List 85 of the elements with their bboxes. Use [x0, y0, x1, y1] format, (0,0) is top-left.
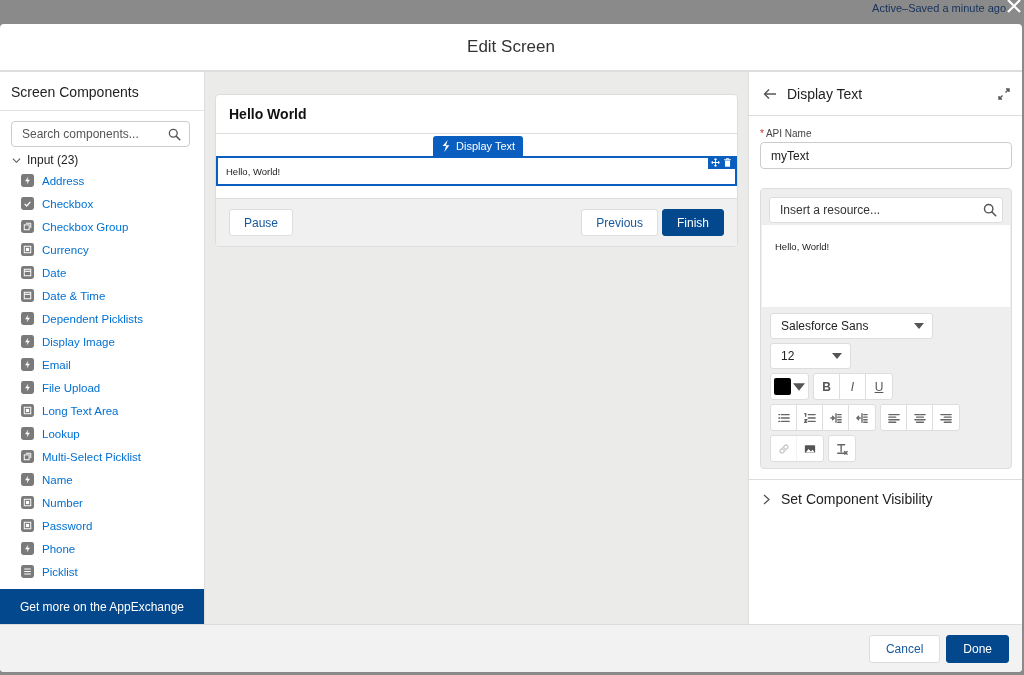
move-icon[interactable] [711, 158, 720, 167]
bulleted-list-icon [777, 411, 790, 424]
underline-button[interactable]: U [866, 374, 892, 399]
expand-icon[interactable] [998, 87, 1010, 100]
bold-button[interactable]: B [814, 374, 840, 399]
chevron-icon [763, 493, 771, 505]
bolt-icon [21, 358, 34, 371]
component-item[interactable]: Picklist [21, 560, 204, 583]
link-icon [777, 442, 790, 455]
component-item[interactable]: Long Text Area [21, 399, 204, 422]
color-swatch [774, 378, 791, 395]
api-name-field[interactable]: myText [760, 142, 1012, 169]
component-item[interactable]: Lookup [21, 422, 204, 445]
component-item[interactable]: Number [21, 491, 204, 514]
calendar-icon [21, 289, 34, 302]
bolt-icon [441, 140, 451, 152]
square-icon [21, 519, 34, 532]
editor-text[interactable]: Hello, World! [762, 225, 1010, 307]
component-item[interactable]: Phone [21, 537, 204, 560]
square-icon [21, 496, 34, 509]
bolt-icon [21, 174, 34, 187]
bolt-icon [21, 542, 34, 555]
required-marker: * [760, 128, 764, 139]
close-icon[interactable] [1006, 0, 1022, 14]
component-item[interactable]: Currency [21, 238, 204, 261]
field-label: API Name [765, 128, 812, 139]
component-tag: Display Text [433, 136, 524, 156]
status-text: Active–Saved a minute ago [872, 2, 1006, 14]
screen-button[interactable]: Pause [229, 209, 294, 236]
align-left-icon [887, 411, 900, 424]
stacked-squares-icon [21, 220, 34, 233]
chevron-icon [12, 155, 21, 165]
square-icon [21, 243, 34, 256]
dropdown-arrow-icon [832, 353, 842, 359]
component-item[interactable]: File Upload [21, 376, 204, 399]
dropdown-arrow-icon [793, 380, 805, 393]
stacked-squares-icon [21, 450, 34, 463]
component-item[interactable]: Display Image [21, 330, 204, 353]
indent-icon [856, 411, 868, 424]
cancel-button[interactable]: Cancel [868, 634, 941, 663]
image-icon [804, 442, 816, 455]
screen-title: Hello World [216, 95, 737, 134]
calendar-icon [21, 266, 34, 279]
selected-text-component[interactable]: Hello, World! [216, 156, 737, 186]
bolt-icon [21, 381, 34, 394]
clear-formatting-icon [836, 442, 848, 455]
search-icon [983, 203, 997, 217]
square-icon [21, 404, 34, 417]
screen-button[interactable]: Finish [662, 209, 724, 236]
panel-title: Screen Components [0, 72, 204, 111]
bolt-icon [21, 335, 34, 348]
appexchange-button[interactable]: Get more on the AppExchange [0, 589, 204, 624]
align-right-icon [940, 411, 952, 424]
back-arrow-icon[interactable] [763, 87, 777, 100]
bolt-icon [21, 473, 34, 486]
list-icon [21, 565, 34, 578]
component-item[interactable]: Address [21, 169, 204, 192]
dropdown-arrow-icon [914, 323, 924, 329]
italic-button[interactable]: I [840, 374, 866, 399]
search-icon [168, 128, 181, 141]
component-item[interactable]: Date & Time [21, 284, 204, 307]
component-item[interactable]: Checkbox [21, 192, 204, 215]
search-field[interactable]: Search components... [11, 121, 190, 147]
checkmark-icon [21, 197, 34, 210]
group-toggle[interactable]: Input (23) [0, 151, 204, 169]
component-item[interactable]: Multi-Select Picklist [21, 445, 204, 468]
component-item[interactable]: Name [21, 468, 204, 491]
done-button[interactable]: Done [946, 634, 1009, 663]
component-item[interactable]: Dependent Picklists [21, 307, 204, 330]
trash-icon[interactable] [723, 158, 732, 167]
align-center-icon [913, 411, 926, 424]
screen-button[interactable]: Previous [581, 209, 658, 236]
numbered-list-icon [803, 411, 816, 424]
font-dropdown[interactable]: Salesforce Sans [770, 313, 933, 339]
bolt-icon [21, 312, 34, 325]
panel-title: Display Text [787, 85, 864, 102]
component-item[interactable]: Checkbox Group [21, 215, 204, 238]
outdent-icon [829, 411, 842, 424]
resource-search-field[interactable]: Insert a resource... [769, 197, 1003, 223]
size-dropdown[interactable]: 12 [770, 343, 851, 369]
component-item[interactable]: Date [21, 261, 204, 284]
bolt-icon [21, 427, 34, 440]
component-item[interactable]: Password [21, 514, 204, 537]
modal-title: Edit Screen [467, 37, 555, 57]
component-item[interactable]: Email [21, 353, 204, 376]
